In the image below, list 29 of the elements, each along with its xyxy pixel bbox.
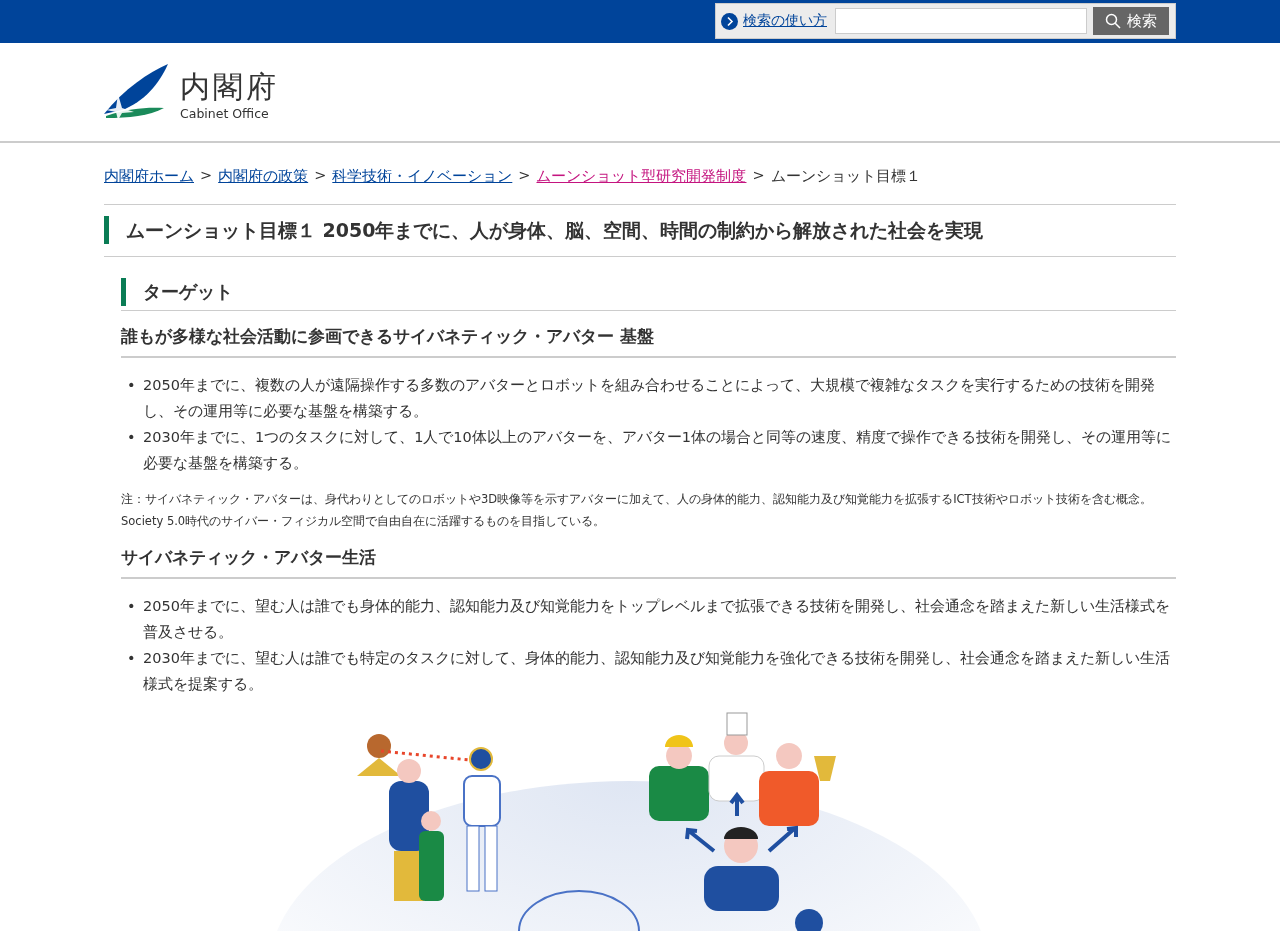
chevron-right-icon	[721, 12, 738, 30]
search-field[interactable]	[835, 8, 1087, 34]
bullet-item: 2050年までに、複数の人が遠隔操作する多数のアバターとロボットを組み合わせることによって、大規模で複雑なタスクを実行するための技術を開発し、その運用等に必要な基盤を構築する。	[143, 376, 1156, 421]
page-title: ムーンショット目標１ 2050年までに、人が身体、脳、空間、時間の制約から解放された社会を実現	[104, 216, 1176, 244]
breadcrumb-separator: >	[200, 167, 213, 185]
bullet-item: 2050年までに、望む人は誰でも身体的能力、認知能力及び知覚能力をトップレベルまで拡張できる技術を開発し、社会通念を踏まえた新しい生活様式を普及させる。	[143, 597, 1171, 642]
search-button[interactable]: 検索	[1093, 7, 1169, 35]
search-icon	[1105, 13, 1121, 29]
breadcrumb-link[interactable]: 内閣府ホーム	[104, 167, 194, 186]
breadcrumb-separator: >	[314, 167, 327, 185]
bullet-marker: •	[126, 597, 137, 616]
logo-title: 内閣府	[180, 69, 279, 104]
breadcrumb-link[interactable]: ムーンショット型研究開発制度	[536, 167, 747, 186]
bullet-marker: •	[126, 649, 137, 668]
note-text: 注：サイバネティック・アバターは、身代わりとしてのロボットや3D映像等を示すアバターに加えて、人の身体的能力、認知能力及び知覚能力を拡張するICT技術やロボット技術を含む概念。	[121, 491, 1153, 508]
bullet-marker: •	[126, 376, 137, 395]
subsection-heading: 誰もが多様な社会活動に参画できるサイバネティック・アバター 基盤	[121, 325, 1176, 358]
breadcrumb-separator: >	[518, 167, 531, 185]
bullet-item: 2030年までに、1つのタスクに対して、1人で10体以上のアバターを、アバター1体の場合と同等の速度、精度で操作できる技術を開発し、その運用等に必要な基盤を構築する。	[143, 428, 1173, 473]
note-text: Society 5.0時代のサイバー・フィジカル空間で自由自在に活躍するものを目指している。	[121, 513, 607, 530]
logo-subtitle: Cabinet Office	[180, 105, 270, 121]
breadcrumb-separator: >	[752, 167, 765, 185]
breadcrumb-link[interactable]: 内閣府の政策	[218, 167, 309, 186]
breadcrumb-current: ムーンショット目標１	[770, 167, 921, 186]
breadcrumb-link[interactable]: 科学技術・イノベーション	[332, 167, 513, 186]
bullet-marker: •	[126, 428, 137, 447]
section-heading: ターゲット	[121, 278, 1176, 306]
bullet-item: 2030年までに、望む人は誰でも特定のタスクに対して、身体的能力、認知能力及び知覚能力を強化できる技術を開発し、社会通念を踏まえた新しい生活様式を提案する。	[143, 649, 1171, 694]
subsection-heading: サイバネティック・アバター生活	[121, 546, 1176, 579]
